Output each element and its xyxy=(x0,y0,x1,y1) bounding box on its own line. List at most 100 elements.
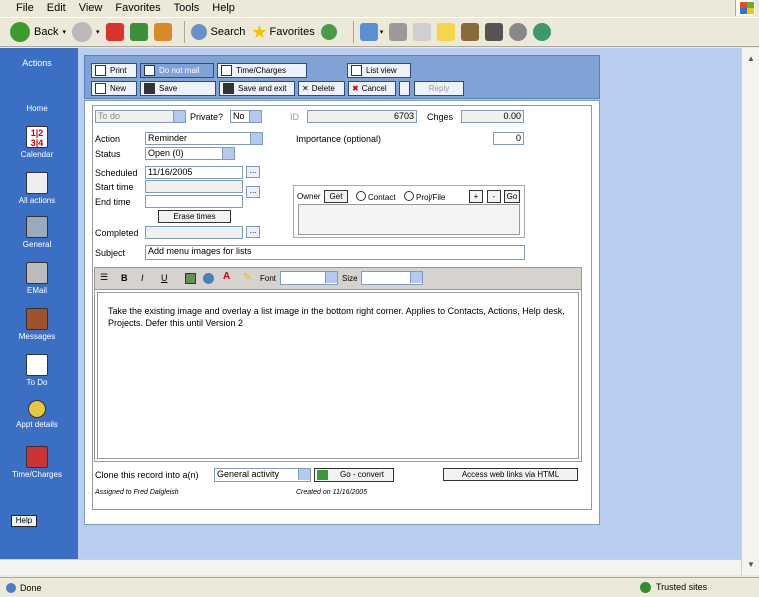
do-not-mail-checkbox[interactable]: Do not mail xyxy=(140,63,214,78)
sidebar-item-home[interactable]: Home xyxy=(0,104,74,113)
status-label: Status xyxy=(95,149,121,159)
research-button[interactable] xyxy=(461,20,480,44)
underline-icon[interactable]: U xyxy=(161,273,168,283)
get-button[interactable]: Get xyxy=(324,190,348,203)
private-select[interactable]: No xyxy=(230,110,262,123)
mail-icon xyxy=(359,23,378,41)
new-button[interactable]: New xyxy=(91,81,137,96)
time-charges-button[interactable]: Time/Charges xyxy=(217,63,307,78)
back-button[interactable]: Back ▾ xyxy=(10,20,66,44)
sidebar-item-email[interactable]: EMail xyxy=(0,262,74,295)
floppy-icon xyxy=(223,83,234,94)
completed-picker-button[interactable]: ... xyxy=(246,226,260,238)
sidebar-item-all-actions[interactable]: All actions xyxy=(0,172,74,205)
font-label: Font xyxy=(260,274,277,283)
cancel-button[interactable]: ✖ Cancel xyxy=(348,81,396,96)
home-button[interactable] xyxy=(153,20,172,44)
sidebar-item-calendar[interactable]: 1|2 3|4 Calendar xyxy=(0,126,74,159)
camera-button[interactable] xyxy=(485,20,504,44)
link-icon[interactable] xyxy=(203,273,214,284)
clone-select[interactable]: General activity xyxy=(214,468,311,482)
menu-tools[interactable]: Tools xyxy=(174,2,200,14)
mail-button[interactable]: ▾ xyxy=(359,20,383,44)
list-view-button[interactable]: List view xyxy=(347,63,411,78)
italic-icon[interactable]: I xyxy=(141,273,144,283)
sidebar-item-todo[interactable]: To Do xyxy=(0,354,74,387)
menu-view[interactable]: View xyxy=(79,2,103,14)
messenger-button[interactable] xyxy=(533,20,552,44)
size-select[interactable] xyxy=(361,271,423,285)
end-time-label: End time xyxy=(95,197,131,207)
refresh-button[interactable] xyxy=(129,20,148,44)
scheduled-input[interactable]: 11/16/2005 xyxy=(145,166,243,179)
importance-input[interactable]: 0 xyxy=(493,132,524,145)
reply-button[interactable]: Reply xyxy=(414,81,464,96)
delete-button[interactable]: ✕ Delete xyxy=(298,81,345,96)
menu-favorites[interactable]: Favorites xyxy=(115,2,160,14)
erase-times-button[interactable]: Erase times xyxy=(158,210,231,223)
sidebar-item-general[interactable]: General xyxy=(0,216,74,249)
font-color-icon[interactable]: A xyxy=(223,271,230,282)
history-button[interactable] xyxy=(320,20,341,44)
highlight-icon[interactable]: ✎ xyxy=(243,272,251,283)
font-select[interactable] xyxy=(280,271,338,285)
back-arrow-icon xyxy=(10,22,30,42)
scroll-down-icon[interactable]: ▼ xyxy=(744,558,758,572)
editor-body[interactable]: Take the existing image and overlay a li… xyxy=(97,292,579,459)
save-button[interactable]: Save xyxy=(140,81,216,96)
bold-icon[interactable]: B xyxy=(121,273,128,283)
vertical-scrollbar[interactable]: ▲ ▼ xyxy=(741,48,759,575)
sidebar-item-messages[interactable]: Messages xyxy=(0,308,74,341)
id-field: 6703 xyxy=(307,110,417,123)
plus-button[interactable]: + xyxy=(469,190,483,203)
reply-checkbox[interactable] xyxy=(399,81,410,96)
end-time-input[interactable] xyxy=(145,195,243,208)
owner-list[interactable] xyxy=(298,204,520,235)
menu-help[interactable]: Help xyxy=(212,2,235,14)
rich-text-editor: ☰ B I U A ✎ Font Size Take the existing … xyxy=(94,267,582,462)
sidebar-item-appt-details[interactable]: Appt details xyxy=(0,400,74,429)
menu-file[interactable]: File xyxy=(16,2,34,14)
minus-button[interactable]: - xyxy=(487,190,501,203)
scroll-up-icon[interactable]: ▲ xyxy=(744,52,758,66)
completed-input[interactable] xyxy=(145,226,243,239)
search-button[interactable]: Search xyxy=(190,20,245,44)
web-links-button[interactable]: Access web links via HTML xyxy=(443,468,578,481)
help-button[interactable]: Help xyxy=(11,515,37,527)
menu-edit[interactable]: Edit xyxy=(47,2,66,14)
cancel-icon: ✖ xyxy=(352,84,359,93)
contact-radio[interactable] xyxy=(356,191,366,201)
go-convert-button[interactable]: Go - convert xyxy=(314,468,394,482)
forward-arrow-icon xyxy=(71,22,92,42)
subject-label: Subject xyxy=(95,248,126,258)
stop-button[interactable] xyxy=(105,20,124,44)
history-icon xyxy=(320,24,337,40)
security-zone: Trusted sites xyxy=(656,582,708,592)
go-button[interactable]: Go xyxy=(504,190,520,203)
clock-icon xyxy=(26,446,48,468)
scheduled-picker-button[interactable]: ... xyxy=(246,166,260,178)
status-select[interactable]: Open (0) xyxy=(145,147,235,160)
print-button[interactable]: Print xyxy=(91,63,137,78)
projfile-radio[interactable] xyxy=(404,191,414,201)
forward-button[interactable]: ▾ xyxy=(71,20,100,44)
discuss-button[interactable] xyxy=(509,20,528,44)
subject-input[interactable]: Add menu images for lists xyxy=(145,245,525,260)
save-and-exit-button[interactable]: Save and exit xyxy=(219,81,295,96)
mailbox-icon xyxy=(26,262,48,284)
star-icon: ★ xyxy=(251,21,268,42)
horizontal-scrollbar[interactable] xyxy=(0,559,741,575)
printer-icon xyxy=(95,65,106,76)
time-picker-button[interactable]: ... xyxy=(246,186,260,198)
type-select[interactable]: To do xyxy=(95,110,186,123)
sidebar-item-time-charges[interactable]: Time/Charges xyxy=(0,446,74,479)
image-icon[interactable] xyxy=(185,273,196,284)
start-time-input[interactable] xyxy=(145,180,243,193)
page-icon xyxy=(6,582,16,593)
notes-button[interactable] xyxy=(437,20,456,44)
edit-button[interactable] xyxy=(413,20,432,44)
print-toolbar-button[interactable] xyxy=(389,20,408,44)
bullet-list-icon[interactable]: ☰ xyxy=(100,272,108,283)
favorites-button[interactable]: ★ Favorites xyxy=(251,20,314,44)
action-select[interactable]: Reminder xyxy=(145,132,263,145)
